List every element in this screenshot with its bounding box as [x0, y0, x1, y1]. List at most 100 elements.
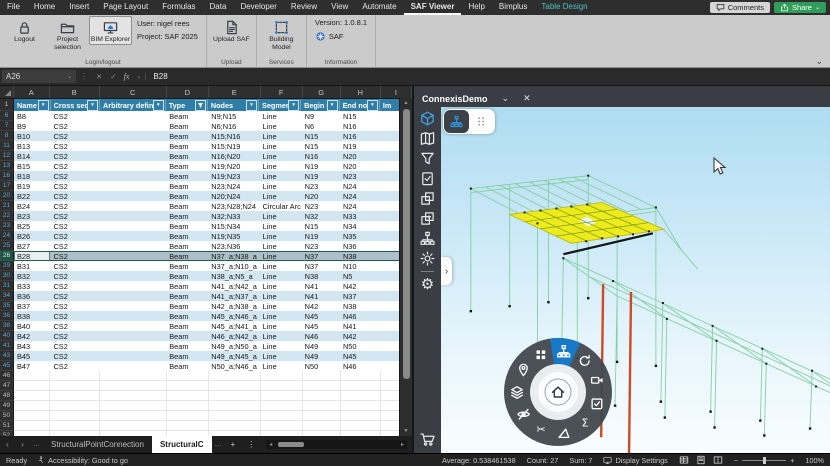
cell[interactable]: [100, 121, 166, 131]
cell[interactable]: [303, 371, 341, 381]
cell[interactable]: N38: [340, 251, 380, 261]
cell[interactable]: N24: [340, 181, 380, 191]
column-header-c[interactable]: C: [100, 86, 167, 98]
cell[interactable]: Line: [260, 241, 302, 251]
cell[interactable]: N42: [302, 301, 340, 311]
cell[interactable]: N32: [302, 211, 340, 221]
ribbon-tab-help[interactable]: Help: [461, 0, 491, 15]
cell[interactable]: [100, 281, 166, 291]
cell[interactable]: [341, 431, 381, 436]
normal-view-button[interactable]: [679, 455, 689, 465]
logout-button[interactable]: Logout: [3, 16, 46, 45]
cell[interactable]: [100, 251, 166, 261]
cell[interactable]: N19: [302, 171, 340, 181]
row-header-20[interactable]: 20: [0, 191, 14, 201]
row-header-16[interactable]: 16: [0, 171, 14, 181]
cell[interactable]: Beam: [166, 251, 208, 261]
cell[interactable]: N49_a;N45_a: [208, 351, 259, 361]
table-row-b23[interactable]: 22B23CS2BeamN32;N33LineN32N33: [0, 211, 412, 221]
table-row-b42[interactable]: 40B42CS2BeamN46_a;N42_aLineN46N42: [0, 331, 412, 341]
row-header-41[interactable]: 41: [0, 341, 14, 351]
sheet-options-button[interactable]: ⋮: [241, 440, 261, 449]
table-row-b47[interactable]: 45B47CS2BeamN50_a;N46_aLineN50N46: [0, 361, 412, 371]
cell[interactable]: N41: [302, 281, 340, 291]
cell[interactable]: Beam: [166, 161, 208, 171]
table-header-begin-node[interactable]: Begin node▾: [301, 99, 339, 111]
empty-row-46[interactable]: 46: [0, 371, 412, 381]
cell[interactable]: CS2: [50, 261, 99, 271]
cell[interactable]: [100, 261, 166, 271]
cell[interactable]: [50, 401, 100, 411]
cell[interactable]: CS2: [50, 271, 99, 281]
cell[interactable]: N46: [340, 361, 380, 371]
ribbon-tab-insert[interactable]: Insert: [62, 0, 96, 15]
empty-row-49[interactable]: 49: [0, 401, 412, 411]
cell[interactable]: CS2: [50, 141, 99, 151]
cell[interactable]: CS2: [50, 291, 99, 301]
cell[interactable]: Line: [260, 231, 302, 241]
table-row-b10[interactable]: 8B10CS2BeamN15;N16LineN15N16: [0, 131, 412, 141]
cell[interactable]: N9;N15: [208, 111, 259, 121]
horizontal-scrollbar[interactable]: ◂ ▸: [266, 440, 407, 449]
map-icon[interactable]: [417, 129, 438, 148]
cell[interactable]: Line: [260, 161, 302, 171]
table-header-segments[interactable]: Segments▾: [259, 99, 301, 111]
project-selection-button[interactable]: Project selection: [46, 16, 89, 53]
row-header-11[interactable]: 11: [0, 141, 14, 151]
cell[interactable]: CS2: [50, 111, 99, 121]
cell[interactable]: N41: [302, 291, 340, 301]
filter-dropdown-icon[interactable]: ▾: [87, 100, 98, 111]
cell[interactable]: CS2: [50, 131, 99, 141]
cell[interactable]: N15: [302, 141, 340, 151]
cell[interactable]: N24: [340, 191, 380, 201]
cell[interactable]: CS2: [50, 171, 99, 181]
table-header-cross-section[interactable]: Cross section▾: [51, 99, 100, 111]
cell[interactable]: B9: [14, 121, 50, 131]
row-header-34[interactable]: 34: [0, 291, 14, 301]
cell[interactable]: [341, 381, 381, 391]
cell[interactable]: B27: [14, 241, 50, 251]
cell[interactable]: [100, 291, 166, 301]
table-row-b28[interactable]: 26B28CS2BeamN37_a;N38_aLineN37N38: [0, 251, 412, 261]
cell[interactable]: [303, 391, 341, 401]
cell[interactable]: B18: [14, 171, 50, 181]
row-header-36[interactable]: 36: [0, 311, 14, 321]
cell[interactable]: N49_a;N50_a: [208, 341, 259, 351]
cell[interactable]: N19: [340, 141, 380, 151]
cell[interactable]: Beam: [166, 291, 208, 301]
cell[interactable]: [100, 341, 166, 351]
cell[interactable]: [100, 361, 166, 371]
brightness-icon[interactable]: [417, 249, 438, 268]
table-row-b27[interactable]: 25B27CS2BeamN23;N36LineN23N36: [0, 241, 412, 251]
row-header-52[interactable]: 52: [0, 431, 14, 436]
cell[interactable]: N38: [302, 271, 340, 281]
cell[interactable]: N23: [302, 201, 340, 211]
table-row-b26[interactable]: 24B26CS2BeamN19;N35LineN19N35: [0, 231, 412, 241]
cell[interactable]: N49: [302, 341, 340, 351]
cell[interactable]: CS2: [50, 331, 99, 341]
table-row-b25[interactable]: 23B25CS2BeamN15;N34LineN15N34: [0, 221, 412, 231]
cell[interactable]: Line: [260, 191, 302, 201]
cell[interactable]: [303, 401, 341, 411]
cell[interactable]: [100, 171, 166, 181]
cell[interactable]: CS2: [50, 311, 99, 321]
cell[interactable]: [100, 381, 167, 391]
cell[interactable]: Line: [260, 251, 302, 261]
cell[interactable]: CS2: [50, 161, 99, 171]
cell[interactable]: [100, 131, 166, 141]
cell[interactable]: Line: [260, 301, 302, 311]
cell[interactable]: Beam: [166, 191, 208, 201]
ribbon-tab-data[interactable]: Data: [203, 0, 234, 15]
empty-row-52[interactable]: 52: [0, 431, 412, 436]
table-row-b15[interactable]: 13B15CS2BeamN19;N20LineN19N20: [0, 161, 412, 171]
table-row-b37[interactable]: 35B37CS2BeamN42_a;N38_aLineN42N38: [0, 301, 412, 311]
upload-saf-button[interactable]: Upload SAF: [210, 16, 253, 45]
cell[interactable]: N41_a;N42_a: [208, 281, 259, 291]
panel-close-icon[interactable]: ✕: [523, 93, 531, 104]
checklist-icon[interactable]: [417, 169, 438, 188]
display-settings-button[interactable]: Display Settings: [603, 456, 667, 465]
cell[interactable]: CS2: [50, 191, 99, 201]
cell[interactable]: [303, 431, 341, 436]
table-row-b14[interactable]: 12B14CS2BeamN16;N20LineN16N20: [0, 151, 412, 161]
bim-explorer-button[interactable]: BIM Explorer: [89, 16, 132, 45]
